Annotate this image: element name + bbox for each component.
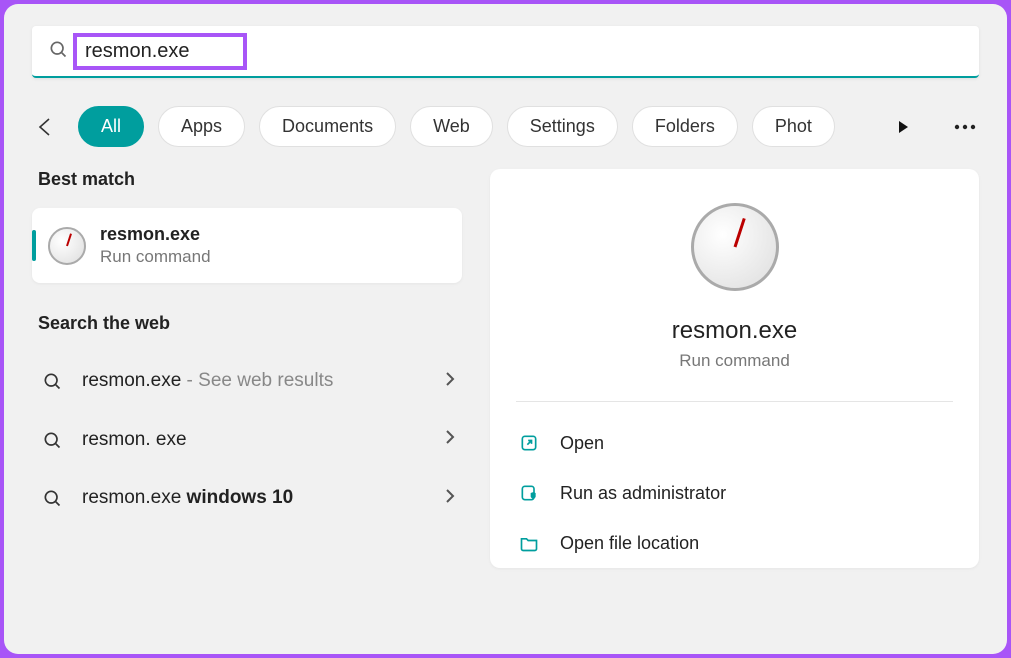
web-suggestions-list: resmon.exe - See web results resmon. exe — [32, 352, 462, 528]
best-match-heading: Best match — [32, 169, 462, 190]
shield-icon — [518, 482, 540, 504]
search-web-heading: Search the web — [32, 313, 462, 334]
search-input-highlight — [73, 33, 247, 70]
details-subtitle: Run command — [679, 351, 790, 371]
search-icon — [40, 371, 64, 391]
web-suggestion-text: resmon.exe - See web results — [82, 368, 444, 395]
filter-documents[interactable]: Documents — [259, 106, 396, 147]
divider — [516, 401, 953, 402]
results-left-column: Best match resmon.exe Run command Search… — [32, 169, 462, 568]
best-match-title: resmon.exe — [100, 224, 211, 245]
resmon-gauge-icon — [691, 203, 779, 291]
search-icon — [40, 488, 64, 508]
chevron-right-icon — [444, 429, 456, 450]
actions-list: Open Run as administrator — [516, 418, 953, 568]
action-open[interactable]: Open — [516, 418, 953, 468]
filter-pills: All Apps Documents Web Settings Folders … — [78, 106, 855, 147]
details-panel: resmon.exe Run command Open — [490, 169, 979, 568]
web-suggestion[interactable]: resmon. exe — [32, 411, 462, 470]
search-icon — [40, 430, 64, 450]
best-match-text: resmon.exe Run command — [100, 224, 211, 267]
action-label: Open file location — [560, 533, 699, 554]
web-suggestion-text: resmon. exe — [82, 427, 444, 454]
web-suggestion-text: resmon.exe windows 10 — [82, 485, 444, 512]
folder-icon — [518, 532, 540, 554]
web-suggestion[interactable]: resmon.exe - See web results — [32, 352, 462, 411]
resmon-gauge-icon — [48, 227, 86, 265]
search-icon — [48, 39, 68, 64]
scroll-right-button[interactable] — [889, 113, 917, 141]
filter-folders[interactable]: Folders — [632, 106, 738, 147]
more-options-button[interactable] — [951, 113, 979, 141]
search-input[interactable] — [85, 40, 235, 63]
filter-settings[interactable]: Settings — [507, 106, 618, 147]
search-window: All Apps Documents Web Settings Folders … — [4, 4, 1007, 654]
filter-photos[interactable]: Phot — [752, 106, 835, 147]
filter-all[interactable]: All — [78, 106, 144, 147]
results-content: Best match resmon.exe Run command Search… — [32, 169, 979, 568]
action-open-file-location[interactable]: Open file location — [516, 518, 953, 568]
web-suggestion[interactable]: resmon.exe windows 10 — [32, 469, 462, 528]
best-match-result[interactable]: resmon.exe Run command — [32, 208, 462, 283]
back-button[interactable] — [32, 114, 58, 140]
action-label: Open — [560, 433, 604, 454]
filter-row: All Apps Documents Web Settings Folders … — [32, 106, 979, 147]
open-icon — [518, 432, 540, 454]
filter-web[interactable]: Web — [410, 106, 493, 147]
action-label: Run as administrator — [560, 483, 726, 504]
chevron-right-icon — [444, 488, 456, 509]
filter-apps[interactable]: Apps — [158, 106, 245, 147]
chevron-right-icon — [444, 371, 456, 392]
search-bar[interactable] — [32, 26, 979, 78]
details-title: resmon.exe — [672, 317, 797, 345]
action-run-as-admin[interactable]: Run as administrator — [516, 468, 953, 518]
best-match-subtitle: Run command — [100, 247, 211, 267]
